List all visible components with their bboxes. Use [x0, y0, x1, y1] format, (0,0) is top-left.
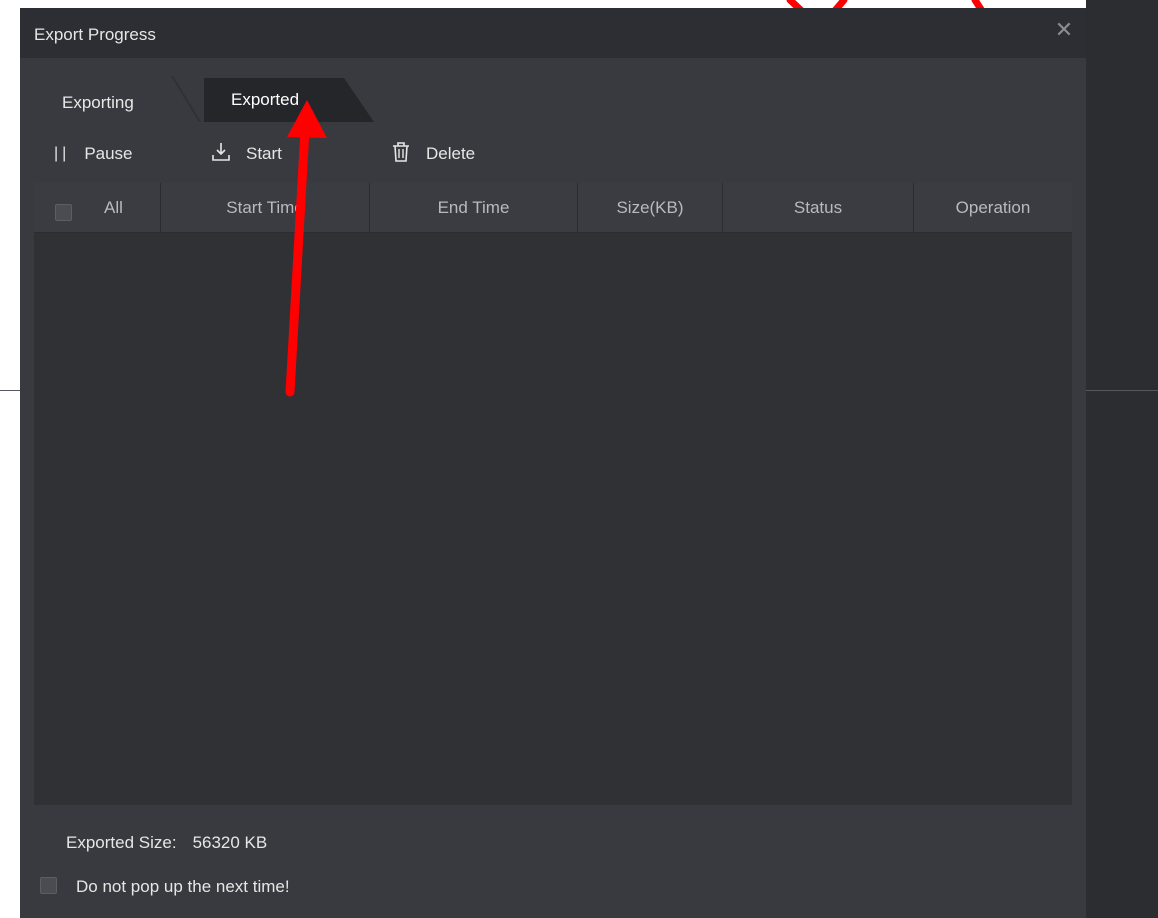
background-divider-left: [0, 390, 20, 391]
no-popup-label: Do not pop up the next time!: [76, 877, 290, 896]
pause-icon: ||: [54, 145, 71, 162]
delete-label: Delete: [426, 144, 476, 163]
header-operation[interactable]: Operation: [914, 183, 1072, 232]
header-end-time[interactable]: End Time: [370, 183, 578, 232]
dialog-title: Export Progress: [34, 25, 156, 44]
exported-size-label: Exported Size:: [66, 833, 177, 852]
select-all-checkbox[interactable]: [55, 204, 72, 221]
pause-label: Pause: [84, 144, 133, 163]
background-divider: [1086, 390, 1158, 391]
download-icon: [210, 141, 232, 168]
exported-size-info: Exported Size: 56320 KB: [66, 833, 267, 853]
trash-icon: [390, 141, 412, 168]
pause-button[interactable]: || Pause: [54, 141, 133, 167]
background-panel: [1086, 0, 1158, 918]
exported-table: All Start Time End Time Size(KB) Status …: [34, 183, 1072, 805]
header-status[interactable]: Status: [723, 183, 914, 232]
header-size[interactable]: Size(KB): [578, 183, 723, 232]
table-header: All Start Time End Time Size(KB) Status …: [34, 183, 1072, 233]
exported-size-value: 56320 KB: [192, 833, 268, 852]
header-all-label: All: [104, 198, 123, 217]
tab-exporting[interactable]: Exporting: [62, 93, 134, 113]
annotation-arrow: [285, 100, 327, 397]
delete-button[interactable]: Delete: [390, 141, 475, 167]
export-progress-dialog: Export Progress ✕ Exporting Exported || …: [20, 8, 1086, 918]
no-popup-checkbox[interactable]: [40, 877, 57, 894]
dialog-titlebar: Export Progress ✕: [20, 8, 1086, 58]
close-icon[interactable]: ✕: [1054, 19, 1074, 41]
